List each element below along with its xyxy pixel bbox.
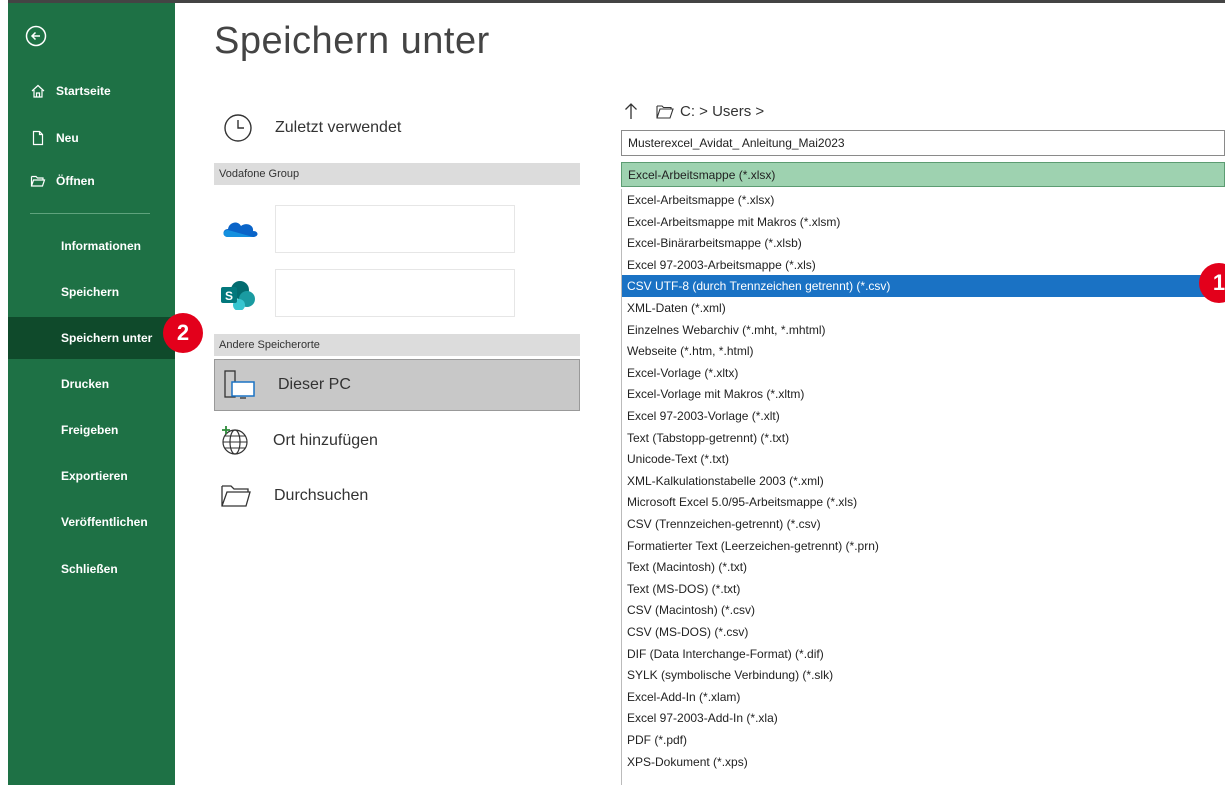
sidebar-item-neu[interactable]: Neu xyxy=(8,123,175,153)
file-type-option[interactable]: CSV UTF-8 (durch Trennzeichen getrennt) … xyxy=(622,275,1225,298)
svg-text:S: S xyxy=(225,289,233,303)
file-type-option[interactable]: CSV (Trennzeichen-getrennt) (*.csv) xyxy=(622,513,1225,535)
open-folder-icon xyxy=(30,175,46,187)
file-type-option[interactable]: Webseite (*.htm, *.html) xyxy=(622,340,1225,362)
location-label: Zuletzt verwendet xyxy=(275,119,402,136)
sidebar-item-label: Speichern xyxy=(61,285,120,299)
backstage-sidebar: Startseite Neu Öffnen Informationen Spei… xyxy=(8,3,175,785)
file-type-option[interactable]: Excel 97-2003-Arbeitsmappe (*.xls) xyxy=(622,254,1225,276)
file-type-option[interactable]: Microsoft Excel 5.0/95-Arbeitsmappe (*.x… xyxy=(622,491,1225,513)
location-add-place[interactable]: Ort hinzufügen xyxy=(219,425,378,457)
location-label: Ort hinzufügen xyxy=(273,432,378,449)
account-onedrive-box[interactable] xyxy=(275,205,515,253)
folder-icon xyxy=(221,485,251,507)
file-type-option[interactable]: Excel-Vorlage mit Makros (*.xltm) xyxy=(622,383,1225,405)
sidebar-divider xyxy=(30,213,150,214)
sidebar-item-startseite[interactable]: Startseite xyxy=(8,76,175,106)
file-type-option[interactable]: Excel-Binärarbeitsmappe (*.xlsb) xyxy=(622,232,1225,254)
sidebar-item-informationen[interactable]: Informationen xyxy=(8,225,175,267)
sidebar-item-label: Öffnen xyxy=(56,174,95,188)
home-icon xyxy=(31,84,45,98)
location-browse[interactable]: Durchsuchen xyxy=(220,482,368,510)
step-badge-2: 2 xyxy=(163,313,203,353)
file-type-select[interactable]: Excel-Arbeitsmappe (*.xlsx) xyxy=(621,162,1225,187)
sidebar-item-label: Schließen xyxy=(61,562,118,576)
file-type-option[interactable]: Text (Macintosh) (*.txt) xyxy=(622,556,1225,578)
file-type-option[interactable]: Excel-Arbeitsmappe (*.xlsx) xyxy=(622,189,1225,211)
file-type-option[interactable]: CSV (Macintosh) (*.csv) xyxy=(622,599,1225,621)
file-type-option[interactable]: DIF (Data Interchange-Format) (*.dif) xyxy=(622,643,1225,665)
sidebar-item-label: Informationen xyxy=(61,239,141,253)
sidebar-item-label: Drucken xyxy=(61,377,110,391)
file-type-list: Excel-Arbeitsmappe (*.xlsx) Excel-Arbeits… xyxy=(621,189,1225,785)
file-type-option[interactable]: CSV (MS-DOS) (*.csv) xyxy=(622,621,1225,643)
sidebar-item-label: Freigeben xyxy=(61,423,119,437)
sidebar-item-veroeffentlichen[interactable]: Veröffentlichen xyxy=(8,501,175,543)
sidebar-item-speichern-unter[interactable]: Speichern unter xyxy=(8,317,175,359)
file-type-option[interactable]: Text (Tabstopp-getrennt) (*.txt) xyxy=(622,427,1225,449)
breadcrumb[interactable]: C: > Users > xyxy=(680,103,764,120)
file-type-option[interactable]: XPS-Dokument (*.xps) xyxy=(622,751,1225,773)
file-type-option[interactable]: Excel-Vorlage (*.xltx) xyxy=(622,362,1225,384)
clock-icon xyxy=(224,114,252,142)
file-type-option[interactable]: Excel-Add-In (*.xlam) xyxy=(622,686,1225,708)
folder-icon xyxy=(656,104,674,119)
sidebar-item-freigeben[interactable]: Freigeben xyxy=(8,409,175,451)
location-label: Dieser PC xyxy=(278,376,351,393)
location-recent[interactable]: Zuletzt verwendet xyxy=(223,113,401,143)
sidebar-item-drucken[interactable]: Drucken xyxy=(8,363,175,405)
file-type-option[interactable]: Unicode-Text (*.txt) xyxy=(622,448,1225,470)
file-type-option[interactable]: Excel 97-2003-Vorlage (*.xlt) xyxy=(622,405,1225,427)
file-type-option[interactable]: SYLK (symbolische Verbindung) (*.slk) xyxy=(622,664,1225,686)
sidebar-item-oeffnen[interactable]: Öffnen xyxy=(8,166,175,196)
location-label: Durchsuchen xyxy=(274,487,369,504)
file-type-option[interactable]: Einzelnes Webarchiv (*.mht, *.mhtml) xyxy=(622,319,1225,341)
sidebar-item-speichern[interactable]: Speichern xyxy=(8,271,175,313)
page-title: Speichern unter xyxy=(214,20,490,62)
file-type-option[interactable]: PDF (*.pdf) xyxy=(622,729,1225,751)
new-document-icon xyxy=(32,130,44,146)
sidebar-item-exportieren[interactable]: Exportieren xyxy=(8,455,175,497)
computer-icon xyxy=(224,370,255,399)
file-type-option[interactable]: XML-Daten (*.xml) xyxy=(622,297,1225,319)
globe-plus-icon xyxy=(222,426,248,455)
file-type-option[interactable]: XML-Kalkulationstabelle 2003 (*.xml) xyxy=(622,470,1225,492)
sidebar-item-label: Neu xyxy=(56,131,79,145)
section-header-other: Andere Speicherorte xyxy=(214,334,580,356)
sidebar-item-label: Startseite xyxy=(56,84,111,98)
file-type-option[interactable]: Excel 97-2003-Add-In (*.xla) xyxy=(622,707,1225,729)
file-type-option[interactable]: Text (MS-DOS) (*.txt) xyxy=(622,578,1225,600)
back-arrow-icon[interactable] xyxy=(25,25,47,47)
sidebar-item-label: Veröffentlichen xyxy=(61,515,148,529)
file-type-option[interactable]: Excel-Arbeitsmappe mit Makros (*.xlsm) xyxy=(622,211,1225,233)
path-bar: C: > Users > xyxy=(624,102,764,120)
up-arrow-icon[interactable] xyxy=(624,102,638,120)
section-header-vodafone: Vodafone Group xyxy=(214,163,580,185)
file-type-option[interactable]: Formatierter Text (Leerzeichen-getrennt)… xyxy=(622,535,1225,557)
sidebar-item-schliessen[interactable]: Schließen xyxy=(8,548,175,590)
sharepoint-icon: S xyxy=(221,281,255,310)
filename-input[interactable]: Musterexcel_Avidat_ Anleitung_Mai2023 xyxy=(621,130,1225,156)
account-sharepoint-box[interactable] xyxy=(275,269,515,317)
onedrive-icon xyxy=(223,222,258,237)
location-this-pc-content[interactable]: Dieser PC xyxy=(222,368,351,402)
sidebar-item-label: Speichern unter xyxy=(61,331,153,345)
sidebar-item-label: Exportieren xyxy=(61,469,128,483)
